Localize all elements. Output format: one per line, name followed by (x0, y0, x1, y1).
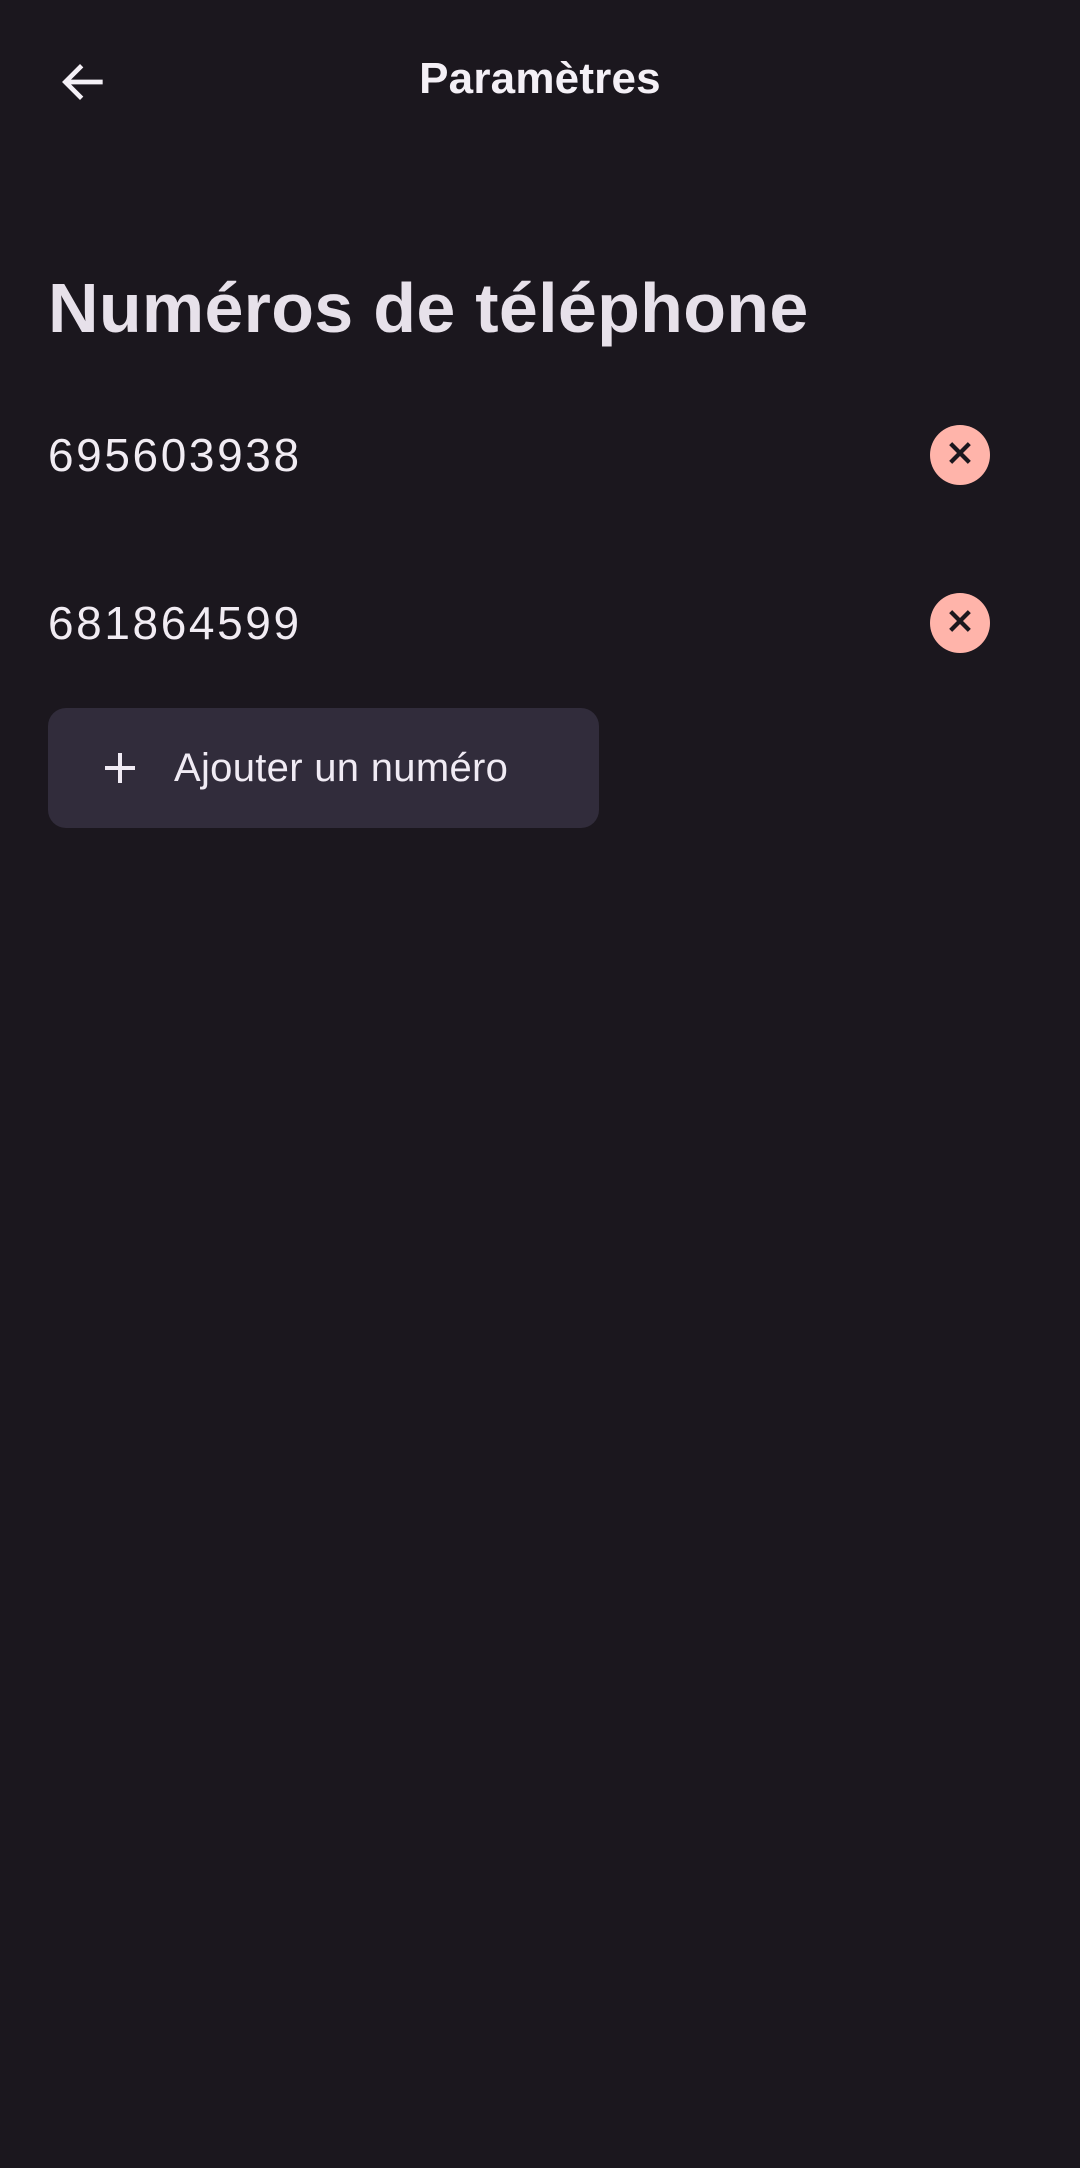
phone-number: 681864599 (48, 597, 302, 649)
top-app-bar: Paramètres (0, 0, 1080, 168)
add-number-button[interactable]: Ajouter un numéro (48, 708, 599, 828)
phone-number: 695603938 (48, 429, 302, 481)
section-title: Numéros de téléphone (48, 269, 809, 347)
remove-number-button[interactable] (930, 593, 990, 653)
close-icon (944, 605, 976, 642)
plus-icon (100, 748, 140, 788)
remove-number-button[interactable] (930, 425, 990, 485)
phone-list-item: 695603938 (0, 408, 1080, 508)
phone-list-item: 681864599 (0, 576, 1080, 676)
add-number-label: Ajouter un numéro (174, 745, 509, 790)
page-title: Paramètres (419, 54, 661, 103)
close-icon (944, 437, 976, 474)
